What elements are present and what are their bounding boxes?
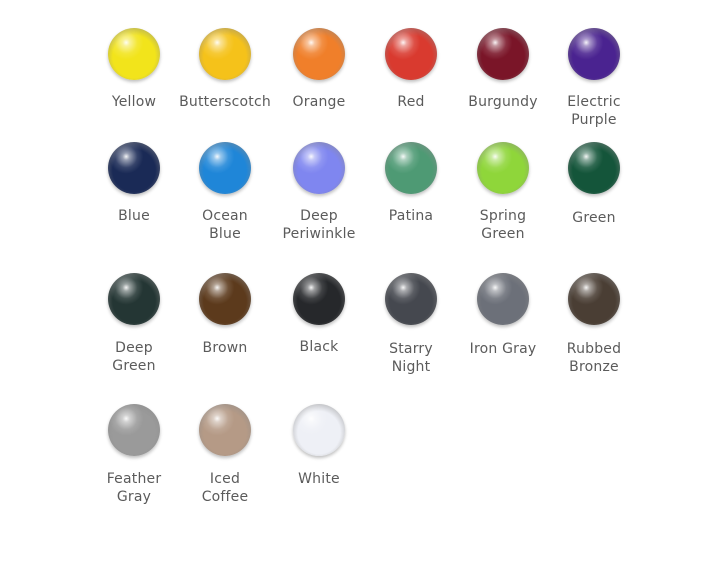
color-swatch-butterscotch[interactable]: Butterscotch (175, 28, 275, 112)
color-label: Iron Gray (469, 341, 537, 357)
color-label: Electric Purple (567, 94, 621, 128)
color-label: Iced Coffee (201, 471, 249, 505)
color-swatch-feather-gray[interactable]: Feather Gray (84, 404, 184, 506)
color-swatch-deep-periwinkle[interactable]: Deep Periwinkle (269, 142, 369, 243)
color-ball (385, 273, 437, 325)
color-label: Feather Gray (106, 471, 162, 505)
color-ball (108, 273, 160, 325)
color-ball (293, 142, 345, 194)
color-label: Deep Periwinkle (282, 208, 356, 242)
color-label: Green (572, 210, 616, 226)
color-swatch-yellow[interactable]: Yellow (84, 28, 184, 112)
color-label: Brown (202, 340, 248, 356)
color-swatch-iced-coffee[interactable]: Iced Coffee (175, 404, 275, 506)
color-ball (477, 28, 529, 80)
color-label: Butterscotch (179, 94, 271, 110)
color-swatch-white[interactable]: White (269, 404, 369, 489)
color-swatch-blue[interactable]: Blue (84, 142, 184, 226)
color-swatch-iron-gray[interactable]: Iron Gray (453, 273, 553, 359)
color-label: Spring Green (479, 208, 527, 242)
color-label: Burgundy (468, 94, 538, 110)
color-ball (108, 142, 160, 194)
color-ball (568, 273, 620, 325)
color-swatch-brown[interactable]: Brown (175, 273, 275, 358)
color-label: Orange (292, 94, 346, 110)
color-ball (293, 28, 345, 80)
color-ball (108, 28, 160, 80)
color-ball (293, 273, 345, 325)
color-label: Black (299, 339, 339, 355)
color-label: Rubbed Bronze (566, 341, 622, 375)
color-ball (477, 142, 529, 194)
color-swatch-rubbed-bronze[interactable]: Rubbed Bronze (544, 273, 644, 376)
color-label: Patina (388, 208, 434, 224)
color-ball (199, 142, 251, 194)
color-ball (199, 28, 251, 80)
color-ball (568, 28, 620, 80)
color-ball (385, 142, 437, 194)
color-swatch-spring-green[interactable]: Spring Green (453, 142, 553, 243)
color-swatch-ocean-blue[interactable]: Ocean Blue (175, 142, 275, 243)
color-ball (199, 273, 251, 325)
color-swatch-patina[interactable]: Patina (361, 142, 461, 226)
color-ball (385, 28, 437, 80)
color-swatch-green[interactable]: Green (544, 142, 644, 228)
color-label: Blue (118, 208, 150, 224)
color-ball (293, 404, 345, 456)
color-label: Deep Green (112, 340, 156, 374)
color-ball (477, 273, 529, 325)
color-swatch-deep-green[interactable]: Deep Green (84, 273, 184, 375)
color-label: Yellow (111, 94, 157, 110)
color-swatch-red[interactable]: Red (361, 28, 461, 112)
color-swatch-starry-night[interactable]: Starry Night (361, 273, 461, 376)
color-swatch-electric-purple[interactable]: Electric Purple (544, 28, 644, 129)
color-swatch-black[interactable]: Black (269, 273, 369, 357)
color-ball (108, 404, 160, 456)
color-swatch-burgundy[interactable]: Burgundy (453, 28, 553, 112)
color-label: Starry Night (389, 341, 433, 375)
color-ball (568, 142, 620, 194)
color-swatch-orange[interactable]: Orange (269, 28, 369, 112)
color-label: White (298, 471, 340, 487)
color-label: Red (397, 94, 425, 110)
color-label: Ocean Blue (202, 208, 248, 242)
color-ball (199, 404, 251, 456)
